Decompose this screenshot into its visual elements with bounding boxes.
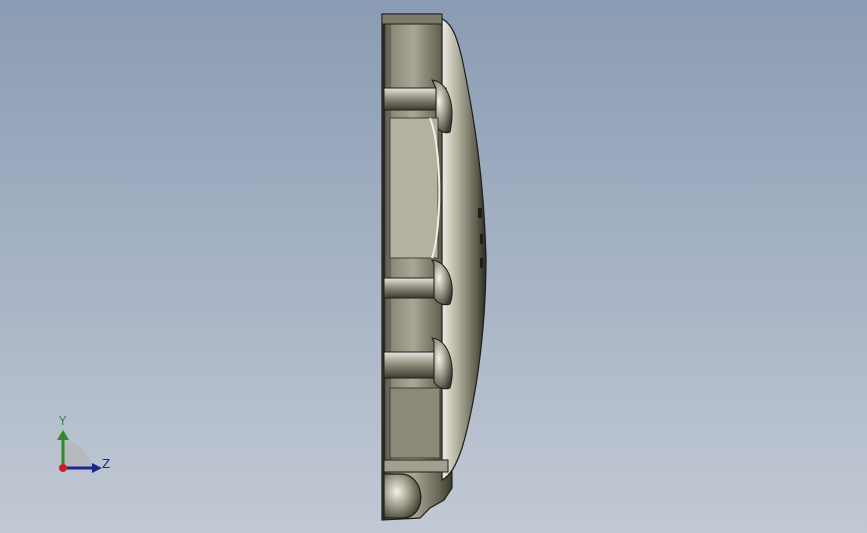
dome-slot bbox=[478, 208, 482, 218]
view-triad: Y Z bbox=[40, 410, 130, 485]
triad-axes bbox=[57, 430, 102, 473]
lower-panel bbox=[389, 387, 441, 459]
z-axis-label: Z bbox=[102, 457, 111, 471]
bottom-boss bbox=[383, 473, 422, 519]
y-axis-label: Y bbox=[59, 414, 67, 428]
part-model[interactable] bbox=[370, 8, 500, 524]
x-axis-dot bbox=[59, 464, 67, 472]
upper-panel bbox=[389, 117, 439, 259]
bottom-lip bbox=[383, 459, 449, 473]
top-lip bbox=[381, 13, 443, 25]
graphics-viewport[interactable]: Y Z bbox=[0, 0, 867, 533]
dome-face bbox=[439, 17, 487, 481]
triad-base-arc bbox=[63, 440, 92, 468]
